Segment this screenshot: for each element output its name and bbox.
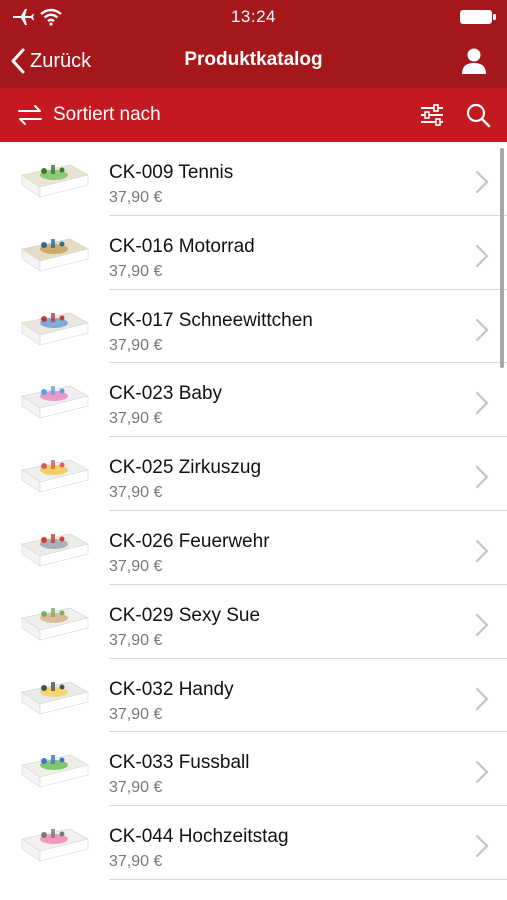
product-name: CK-025 Zirkuszug	[109, 457, 262, 479]
product-name: CK-033 Fussball	[109, 752, 250, 774]
product-list: CK-009 Tennis 37,90 € CK-016 Motorrad 37,90…	[0, 142, 507, 900]
product-name: CK-009 Tennis	[109, 162, 234, 183]
product-row[interactable]: CK-023 Baby 37,90 €	[0, 363, 507, 438]
product-thumbnail	[21, 312, 89, 346]
chevron-right-icon	[475, 761, 489, 784]
product-thumbnail	[21, 238, 89, 272]
product-name: CK-023 Baby	[109, 383, 223, 405]
product-name: CK-029 Sexy Sue	[109, 604, 261, 626]
navigation-bar: Zurück Produktkatalog	[0, 34, 507, 88]
sort-swap-icon[interactable]	[16, 103, 44, 127]
product-name: CK-016 Motorrad	[109, 235, 255, 257]
product-row[interactable]: CK-009 Tennis 37,90 €	[0, 142, 507, 216]
product-price: 37,90 €	[109, 410, 163, 428]
filter-sliders-icon[interactable]	[419, 102, 445, 128]
status-time: 13:24	[230, 7, 277, 26]
scrollbar[interactable]	[500, 148, 504, 368]
product-thumbnail	[21, 459, 89, 493]
product-thumbnail	[21, 164, 89, 198]
product-thumbnail	[21, 828, 89, 862]
search-icon[interactable]	[465, 102, 491, 128]
product-name: CK-026 Feuerwehr	[109, 530, 270, 552]
product-name: CK-044 Hochzeitstag	[109, 826, 289, 848]
sort-label[interactable]: Sortiert nach	[53, 104, 161, 126]
battery-icon	[460, 10, 496, 24]
chevron-right-icon	[475, 613, 489, 636]
chevron-right-icon	[475, 835, 489, 858]
product-price: 37,90 €	[109, 557, 163, 575]
product-name: CK-017 Schneewittchen	[109, 309, 313, 331]
chevron-right-icon	[475, 392, 489, 415]
user-icon[interactable]	[461, 47, 487, 75]
product-row[interactable]: CK-033 Fussball 37,90 €	[0, 732, 507, 807]
chevron-right-icon	[475, 170, 489, 194]
page-title: Produktkatalog	[184, 49, 323, 70]
status-bar: 13:24	[0, 0, 507, 34]
row-divider	[109, 878, 507, 880]
product-thumbnail	[21, 681, 89, 715]
product-price: 37,90 €	[109, 484, 163, 502]
product-price: 37,90 €	[109, 853, 163, 871]
product-row[interactable]: CK-016 Motorrad 37,90 €	[0, 216, 507, 290]
product-name: CK-032 Handy	[109, 678, 234, 700]
product-thumbnail	[21, 386, 89, 419]
chevron-right-icon	[475, 318, 489, 341]
product-row[interactable]: CK-029 Sexy Sue 37,90 €	[0, 585, 507, 659]
product-row[interactable]: CK-026 Feuerwehr 37,90 €	[0, 511, 507, 585]
product-thumbnail	[21, 607, 89, 641]
product-thumbnail	[21, 755, 89, 788]
chevron-right-icon	[475, 466, 489, 489]
product-price: 37,90 €	[109, 262, 163, 280]
chevron-right-icon	[475, 539, 489, 563]
product-price: 37,90 €	[109, 631, 163, 649]
product-row[interactable]: CK-032 Handy 37,90 €	[0, 659, 507, 733]
chevron-right-icon	[475, 244, 489, 267]
product-row[interactable]: CK-017 Schneewittchen 37,90 €	[0, 290, 507, 364]
product-row[interactable]: CK-044 Hochzeitstag 37,90 €	[0, 806, 507, 880]
product-price: 37,90 €	[109, 779, 163, 797]
product-price: 37,90 €	[109, 705, 163, 723]
chevron-right-icon	[475, 687, 489, 710]
product-price: 37,90 €	[109, 336, 163, 354]
product-row[interactable]: CK-025 Zirkuszug 37,90 €	[0, 437, 507, 511]
product-thumbnail	[21, 533, 89, 567]
product-price: 37,90 €	[109, 189, 163, 206]
sort-bar: Sortiert nach	[0, 88, 507, 142]
